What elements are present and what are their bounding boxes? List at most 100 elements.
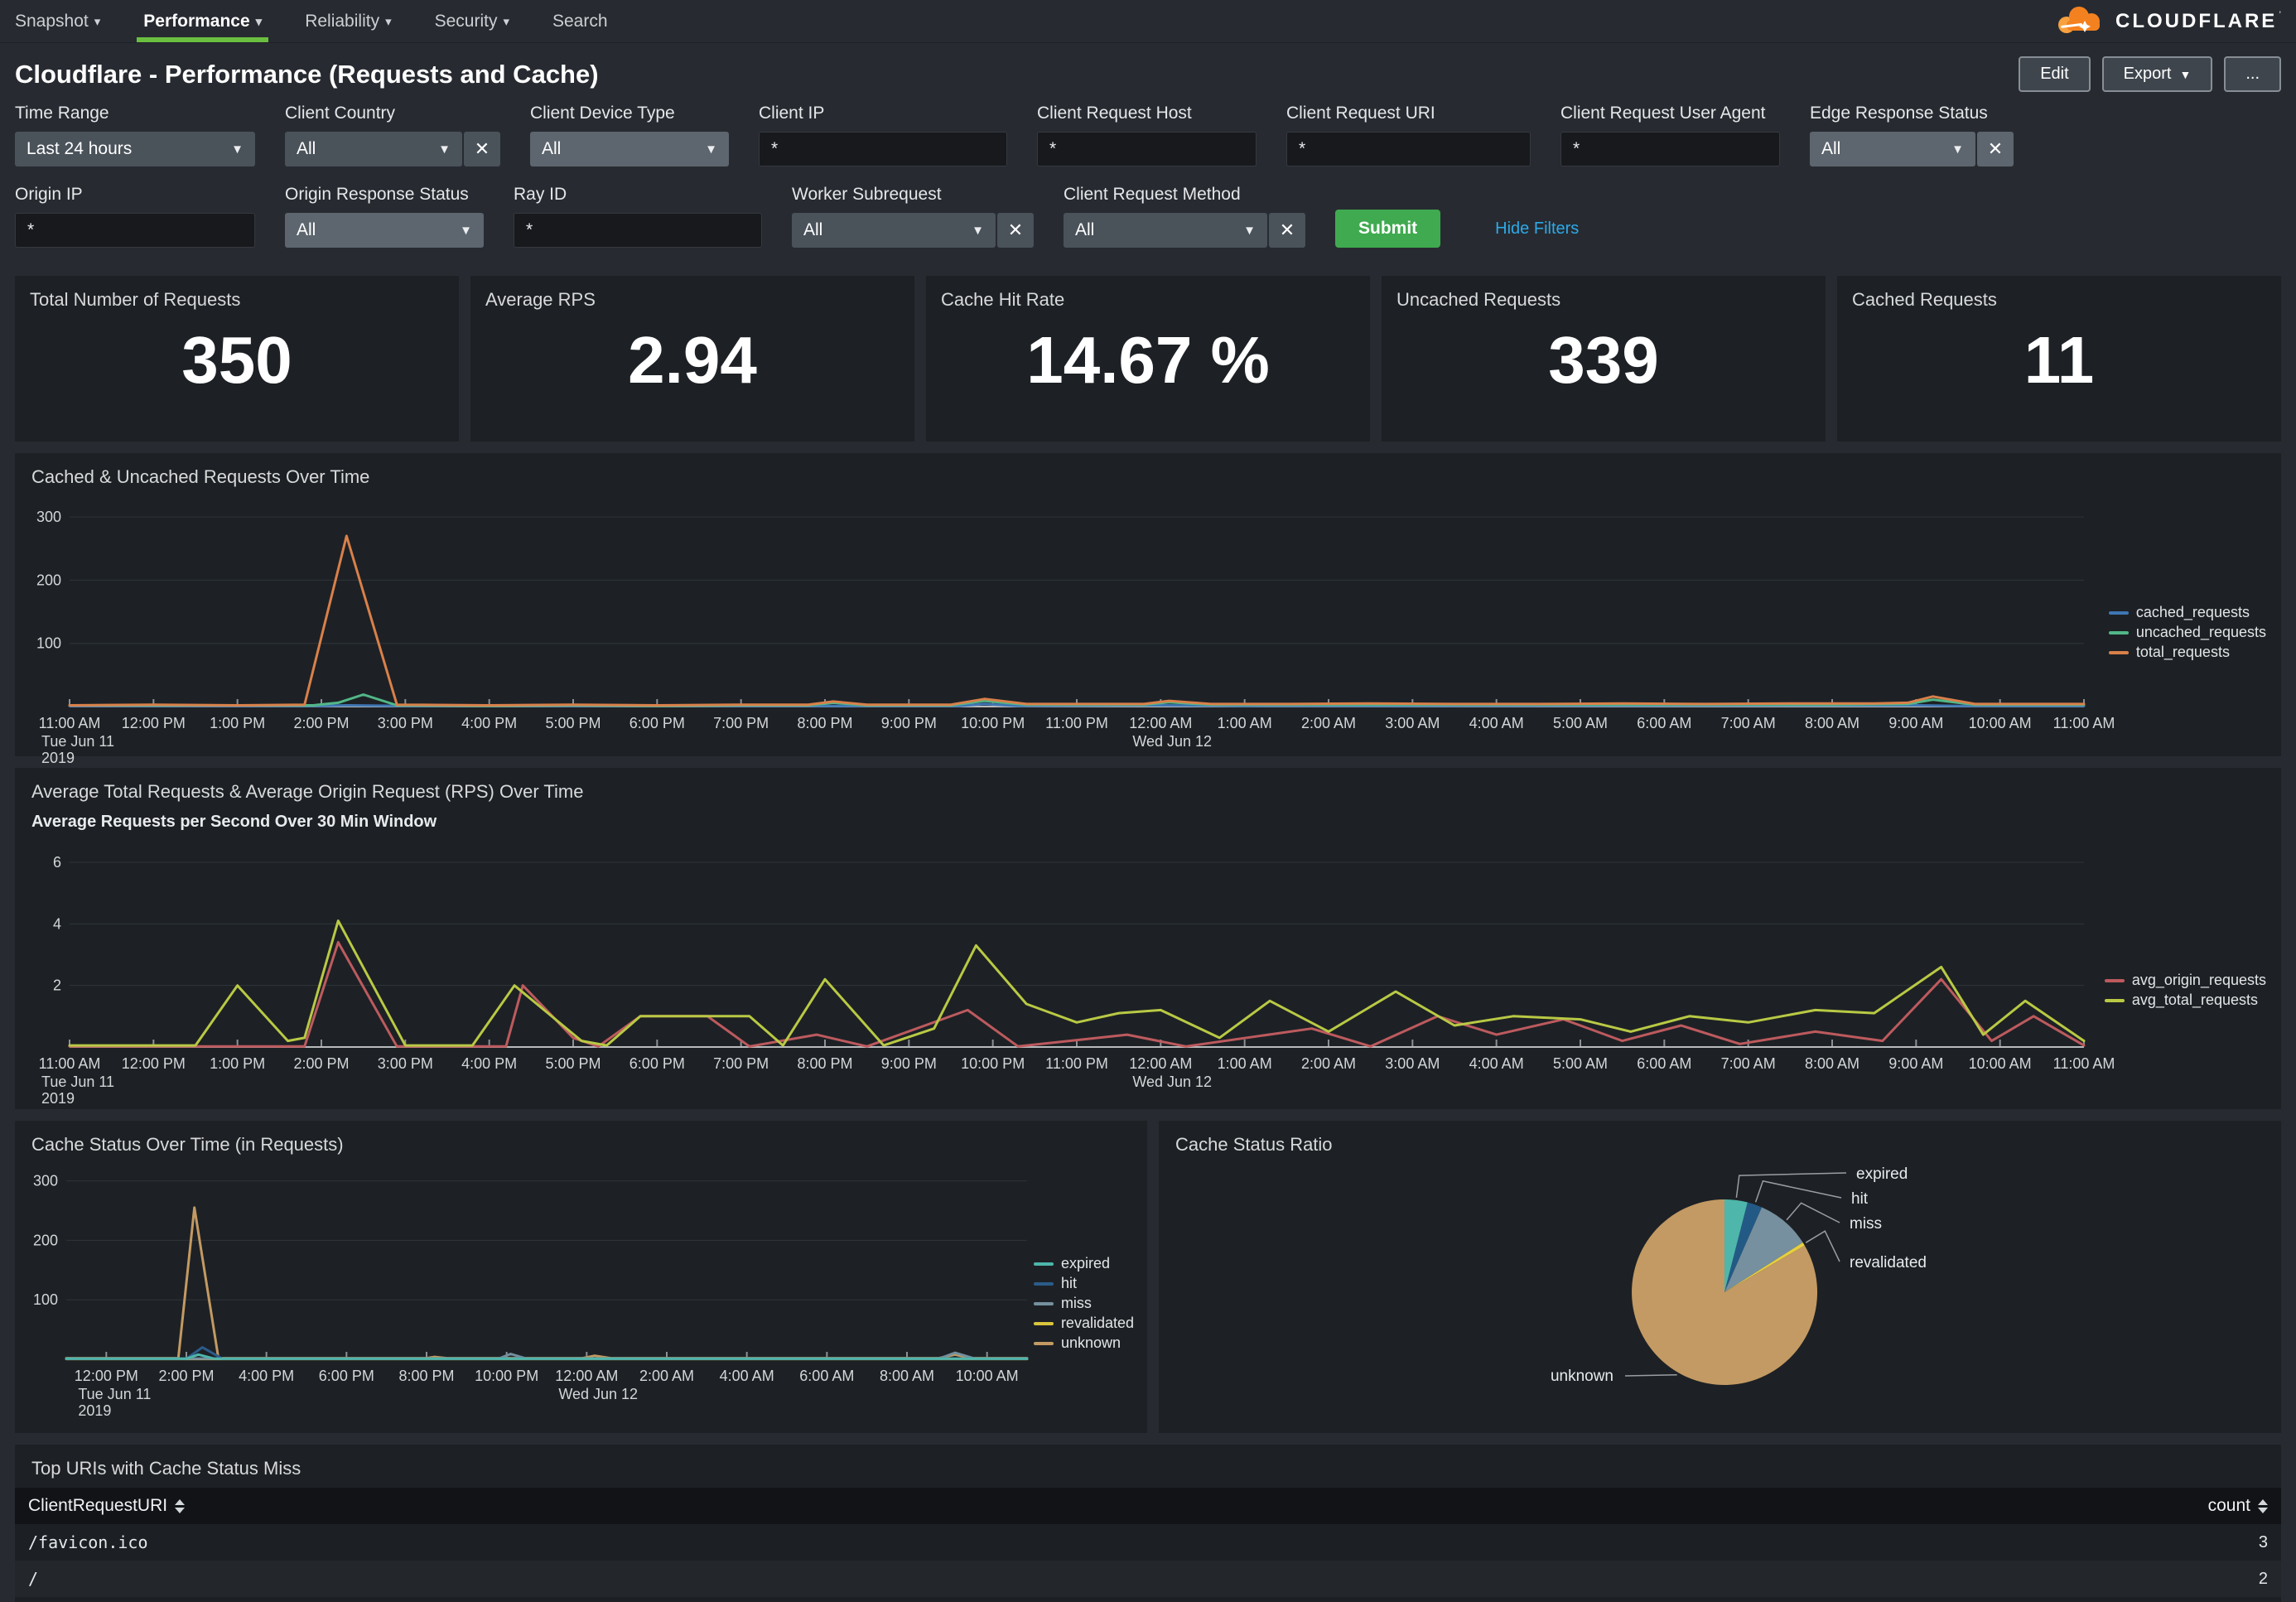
sort-icon[interactable]: [175, 1499, 185, 1513]
svg-text:2019: 2019: [41, 1090, 75, 1103]
dashboard-header: Cloudflare - Performance (Requests and C…: [0, 43, 2296, 100]
button-label: Export: [2124, 65, 2172, 84]
cloudflare-logo: CLOUDFLARE ’: [2054, 0, 2281, 42]
client-request-host-input[interactable]: [1037, 132, 1257, 166]
svg-text:12:00 AM: 12:00 AM: [1129, 715, 1192, 731]
table-row[interactable]: /favicon.ico3: [15, 1524, 2281, 1561]
chevron-down-icon: ▼: [231, 142, 244, 157]
legend-item-unknown[interactable]: unknown: [1034, 1334, 1134, 1352]
filter-label: Edge Response Status: [1810, 104, 2014, 123]
legend-item-cached_requests[interactable]: cached_requests: [2109, 604, 2266, 621]
more-options-button[interactable]: ...: [2224, 56, 2281, 92]
origin-ip-input[interactable]: [15, 213, 255, 248]
filter-time-range: Time RangeLast 24 hours▼: [15, 104, 255, 166]
svg-text:3:00 AM: 3:00 AM: [1385, 1055, 1440, 1072]
svg-text:4:00 AM: 4:00 AM: [1469, 715, 1524, 731]
nav-item-reliability[interactable]: Reliability▾: [305, 0, 391, 42]
worker-subrequest-select[interactable]: All▼: [792, 213, 996, 248]
legend-swatch: [2109, 651, 2129, 654]
client-device-type-select[interactable]: All▼: [530, 132, 729, 166]
ray-id-input[interactable]: [514, 213, 762, 248]
select-wrap: All▼✕: [1810, 132, 2014, 166]
stat-label: Total Number of Requests: [15, 276, 459, 311]
legend-swatch: [1034, 1302, 1054, 1305]
submit-button[interactable]: Submit: [1335, 210, 1440, 248]
table-title: Top URIs with Cache Status Miss: [15, 1455, 2281, 1488]
hide-filters-link[interactable]: Hide Filters: [1495, 220, 1579, 239]
svg-text:12:00 PM: 12:00 PM: [122, 1055, 186, 1072]
nav-item-snapshot[interactable]: Snapshot▾: [15, 0, 100, 42]
nav-item-label: Search: [552, 12, 608, 31]
svg-text:4:00 PM: 4:00 PM: [461, 715, 517, 731]
table-header: ClientRequestURIcount: [15, 1488, 2281, 1524]
svg-text:5:00 PM: 5:00 PM: [545, 715, 601, 731]
filter-origin-response-status: Origin Response StatusAll▼: [285, 185, 484, 248]
legend-item-hit[interactable]: hit: [1034, 1275, 1134, 1292]
svg-text:10:00 PM: 10:00 PM: [961, 715, 1025, 731]
origin-response-status-select[interactable]: All▼: [285, 213, 484, 248]
chevron-down-icon: ▼: [2179, 68, 2191, 81]
pie-label-expired: expired: [1856, 1165, 1908, 1183]
legend-item-expired[interactable]: expired: [1034, 1255, 1134, 1272]
legend-label: cached_requests: [2136, 604, 2250, 621]
stat-value: 350: [15, 322, 459, 398]
edge-response-status-clear-button[interactable]: ✕: [1977, 132, 2014, 166]
filter-worker-subrequest: Worker Subrequest All▼ ✕: [792, 185, 1034, 248]
column-header-count[interactable]: count: [2019, 1496, 2268, 1516]
edit-button[interactable]: Edit: [2019, 56, 2090, 92]
sort-asc-arrow: [175, 1499, 185, 1505]
stat-label: Average RPS: [470, 276, 914, 311]
filter-label: Worker Subrequest: [792, 185, 1034, 205]
stat-value: 339: [1382, 322, 1826, 398]
legend-item-total_requests[interactable]: total_requests: [2109, 644, 2266, 661]
legend-label: uncached_requests: [2136, 624, 2266, 641]
export-button[interactable]: Export ▼: [2102, 56, 2213, 92]
column-header-clientrequesturi[interactable]: ClientRequestURI: [28, 1496, 2019, 1516]
filter-origin-ip: Origin IP: [15, 185, 255, 248]
svg-text:5:00 AM: 5:00 AM: [1553, 1055, 1608, 1072]
legend-item-revalidated[interactable]: revalidated: [1034, 1315, 1134, 1332]
chart-legend: avg_origin_requests avg_total_requests: [2105, 972, 2266, 1009]
client-ip-input[interactable]: [759, 132, 1007, 166]
edge-response-status-select[interactable]: All▼: [1810, 132, 1975, 166]
close-icon: ✕: [1008, 220, 1023, 241]
legend-item-uncached_requests[interactable]: uncached_requests: [2109, 624, 2266, 641]
client-request-uri-input[interactable]: [1286, 132, 1531, 166]
time-range-select[interactable]: Last 24 hours▼: [15, 132, 255, 166]
svg-text:6:00 PM: 6:00 PM: [629, 1055, 685, 1072]
svg-text:9:00 AM: 9:00 AM: [1888, 715, 1943, 731]
chevron-down-icon: ▾: [94, 14, 101, 29]
svg-text:4:00 PM: 4:00 PM: [461, 1055, 517, 1072]
svg-text:5:00 AM: 5:00 AM: [1553, 715, 1608, 731]
select-wrap: All▼: [530, 132, 729, 166]
svg-text:12:00 AM: 12:00 AM: [555, 1368, 618, 1384]
table-row[interactable]: /2: [15, 1561, 2281, 1597]
client-request-method-select[interactable]: All▼: [1064, 213, 1267, 248]
filter-client-country: Client CountryAll▼✕: [285, 104, 500, 166]
svg-text:Wed Jun 12: Wed Jun 12: [1132, 733, 1212, 750]
sort-icon[interactable]: [2258, 1499, 2268, 1513]
pie-label-miss: miss: [1850, 1215, 1882, 1233]
close-icon: ✕: [475, 138, 490, 160]
client-request-user-agent-input[interactable]: [1560, 132, 1780, 166]
svg-text:2:00 PM: 2:00 PM: [293, 715, 349, 731]
legend-item-avg_origin_requests[interactable]: avg_origin_requests: [2105, 972, 2266, 989]
page-title: Cloudflare - Performance (Requests and C…: [15, 60, 599, 89]
cell-count: 3: [2019, 1533, 2268, 1552]
legend-item-miss[interactable]: miss: [1034, 1295, 1134, 1312]
svg-text:1:00 AM: 1:00 AM: [1218, 715, 1272, 731]
svg-text:11:00 AM: 11:00 AM: [2053, 715, 2115, 731]
nav-item-performance[interactable]: Performance▾: [143, 0, 262, 42]
svg-text:8:00 AM: 8:00 AM: [1805, 715, 1859, 731]
legend-item-avg_total_requests[interactable]: avg_total_requests: [2105, 992, 2266, 1009]
worker-subrequest-clear-button[interactable]: ✕: [997, 213, 1034, 248]
nav-item-search[interactable]: Search: [552, 0, 608, 42]
client-request-method-clear-button[interactable]: ✕: [1269, 213, 1305, 248]
client-country-select[interactable]: All▼: [285, 132, 462, 166]
svg-text:4:00 PM: 4:00 PM: [239, 1368, 294, 1384]
filter-label: Client Device Type: [530, 104, 729, 123]
client-country-clear-button[interactable]: ✕: [464, 132, 500, 166]
bottom-row: Cache Status Over Time (in Requests) 100…: [15, 1121, 2281, 1433]
svg-text:7:00 PM: 7:00 PM: [713, 715, 769, 731]
nav-item-security[interactable]: Security▾: [435, 0, 509, 42]
